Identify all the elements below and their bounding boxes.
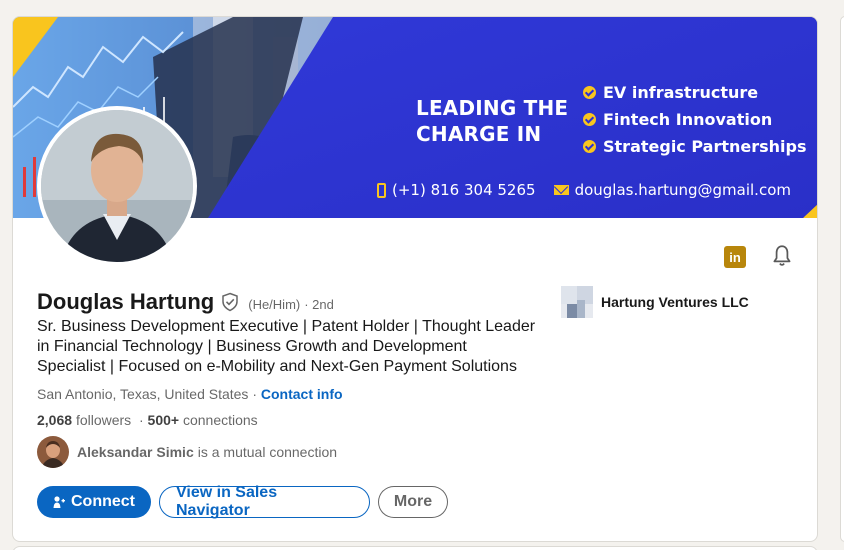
banner-contact: (+1) 816 304 5265 douglas.hartung@gmail.…	[377, 181, 791, 199]
check-circle-icon	[583, 86, 596, 99]
mutual-avatar-photo	[37, 436, 69, 468]
check-circle-icon	[583, 113, 596, 126]
profile-card: LEADING THE CHARGE IN EV infrastructure …	[12, 16, 818, 542]
name-row: Douglas Hartung (He/Him) · 2nd	[37, 289, 334, 315]
stats-row: 2,068 followers · 500+ connections	[37, 412, 258, 428]
banner-focus-list: EV infrastructure Fintech Innovation Str…	[583, 79, 807, 160]
mutual-text: is a mutual connection	[197, 444, 338, 460]
banner-focus-item: Fintech Innovation	[583, 106, 807, 133]
contact-info-link[interactable]: Contact info	[261, 386, 343, 402]
profile-actions: Connect View in Sales Navigator More	[37, 484, 448, 519]
connection-degree: · 2nd	[304, 297, 334, 312]
mutual-name: Aleksandar Simic	[77, 444, 194, 460]
profile-name: Douglas Hartung	[37, 289, 215, 314]
banner-focus-label: Strategic Partnerships	[603, 137, 807, 156]
bell-icon[interactable]	[769, 243, 795, 269]
mutual-connection[interactable]: Aleksandar Simic is a mutual connection	[37, 436, 337, 468]
mutual-avatar	[37, 436, 69, 468]
check-circle-icon	[583, 140, 596, 153]
banner-headline-line1: LEADING THE	[416, 96, 569, 120]
mail-icon	[553, 185, 569, 195]
followers-count: 2,068	[37, 412, 73, 428]
more-button[interactable]: More	[378, 486, 448, 518]
connections-label[interactable]: connections	[183, 412, 258, 428]
current-company[interactable]: Hartung Ventures LLC	[561, 286, 749, 318]
company-name: Hartung Ventures LLC	[601, 294, 749, 310]
connect-label: Connect	[71, 493, 135, 510]
banner-focus-item: Strategic Partnerships	[583, 133, 807, 160]
profile-avatar[interactable]	[37, 106, 197, 266]
phone-icon	[377, 182, 386, 198]
verified-shield-icon[interactable]	[220, 292, 240, 312]
location-separator: ·	[248, 386, 261, 402]
connections-count[interactable]: 500+	[148, 412, 180, 428]
linkedin-icon[interactable]: in	[724, 246, 746, 268]
banner-headline-line2: CHARGE IN	[416, 122, 542, 146]
profile-location: San Antonio, Texas, United States	[37, 386, 249, 402]
followers-label: followers	[75, 412, 132, 428]
sidebar-card-edge	[840, 16, 844, 542]
company-logo-icon	[561, 286, 593, 318]
profile-headline: Sr. Business Development Executive | Pat…	[37, 318, 536, 375]
banner-headline: LEADING THE CHARGE IN	[416, 95, 568, 147]
connect-button[interactable]: Connect	[37, 486, 151, 518]
banner-focus-item: EV infrastructure	[583, 79, 807, 106]
pronouns: (He/Him)	[248, 297, 301, 312]
location-row: San Antonio, Texas, United States · Cont…	[37, 386, 343, 402]
sales-navigator-label: View in Sales Navigator	[176, 484, 278, 519]
stats-separator: ·	[138, 412, 144, 428]
sales-navigator-button[interactable]: View in Sales Navigator	[159, 484, 370, 519]
add-person-icon	[53, 496, 65, 508]
avatar-photo	[41, 110, 193, 262]
banner-focus-label: EV infrastructure	[603, 83, 759, 102]
next-section-card-edge	[12, 546, 818, 550]
banner-email: douglas.hartung@gmail.com	[574, 181, 791, 199]
banner-focus-label: Fintech Innovation	[603, 110, 773, 129]
more-label: More	[393, 493, 433, 510]
banner-phone: (+1) 816 304 5265	[392, 181, 536, 199]
